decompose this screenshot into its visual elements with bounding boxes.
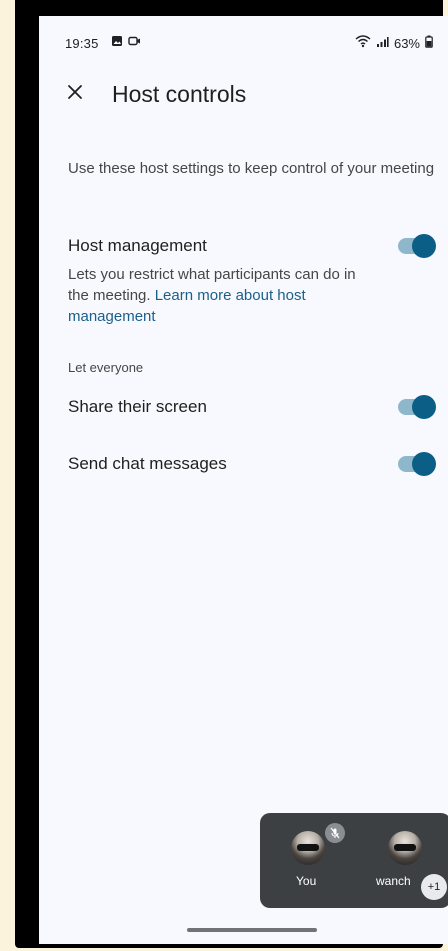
video-icon: [128, 35, 141, 50]
share-screen-toggle[interactable]: [398, 395, 436, 419]
more-participants-badge[interactable]: +1: [421, 874, 447, 900]
share-screen-label: Share their screen: [68, 397, 207, 416]
battery-icon: [425, 35, 433, 51]
battery-percent: 63%: [393, 35, 420, 51]
home-indicator[interactable]: [187, 928, 317, 932]
section-label-let-everyone: Let everyone: [68, 360, 144, 375]
toggle-thumb: [412, 452, 436, 476]
phone-frame: 19:35 63% Host controls Use these host s…: [15, 0, 448, 948]
app-bar: Host controls: [39, 76, 448, 116]
page-title: Host controls: [112, 81, 247, 107]
avatar: [388, 831, 422, 865]
gallery-icon: [111, 35, 123, 50]
status-right-icons: 63%: [355, 35, 433, 51]
status-left-icons: [111, 35, 141, 50]
pip-tile-you[interactable]: You: [270, 813, 360, 908]
intro-text: Use these host settings to keep control …: [68, 160, 435, 177]
host-management-title: Host management: [68, 236, 207, 255]
toggle-thumb: [412, 395, 436, 419]
participant-name: You: [296, 874, 317, 888]
send-chat-toggle[interactable]: [398, 452, 436, 476]
close-icon: [67, 84, 83, 105]
status-time: 19:35: [65, 36, 99, 51]
avatar: [291, 831, 325, 865]
close-button[interactable]: [61, 80, 89, 108]
signal-icon: [376, 36, 389, 51]
host-management-description: Lets you restrict what participants can …: [68, 264, 368, 327]
mic-off-icon: [325, 823, 345, 843]
meeting-pip[interactable]: You wanch +1: [260, 813, 448, 908]
send-chat-label: Send chat messages: [68, 454, 227, 473]
host-management-toggle[interactable]: [398, 234, 436, 258]
toggle-thumb: [412, 234, 436, 258]
screen: 19:35 63% Host controls Use these host s…: [39, 16, 448, 944]
wifi-icon: [355, 35, 371, 51]
status-bar: 19:35 63%: [39, 16, 448, 66]
participant-name: wanch: [376, 874, 411, 888]
